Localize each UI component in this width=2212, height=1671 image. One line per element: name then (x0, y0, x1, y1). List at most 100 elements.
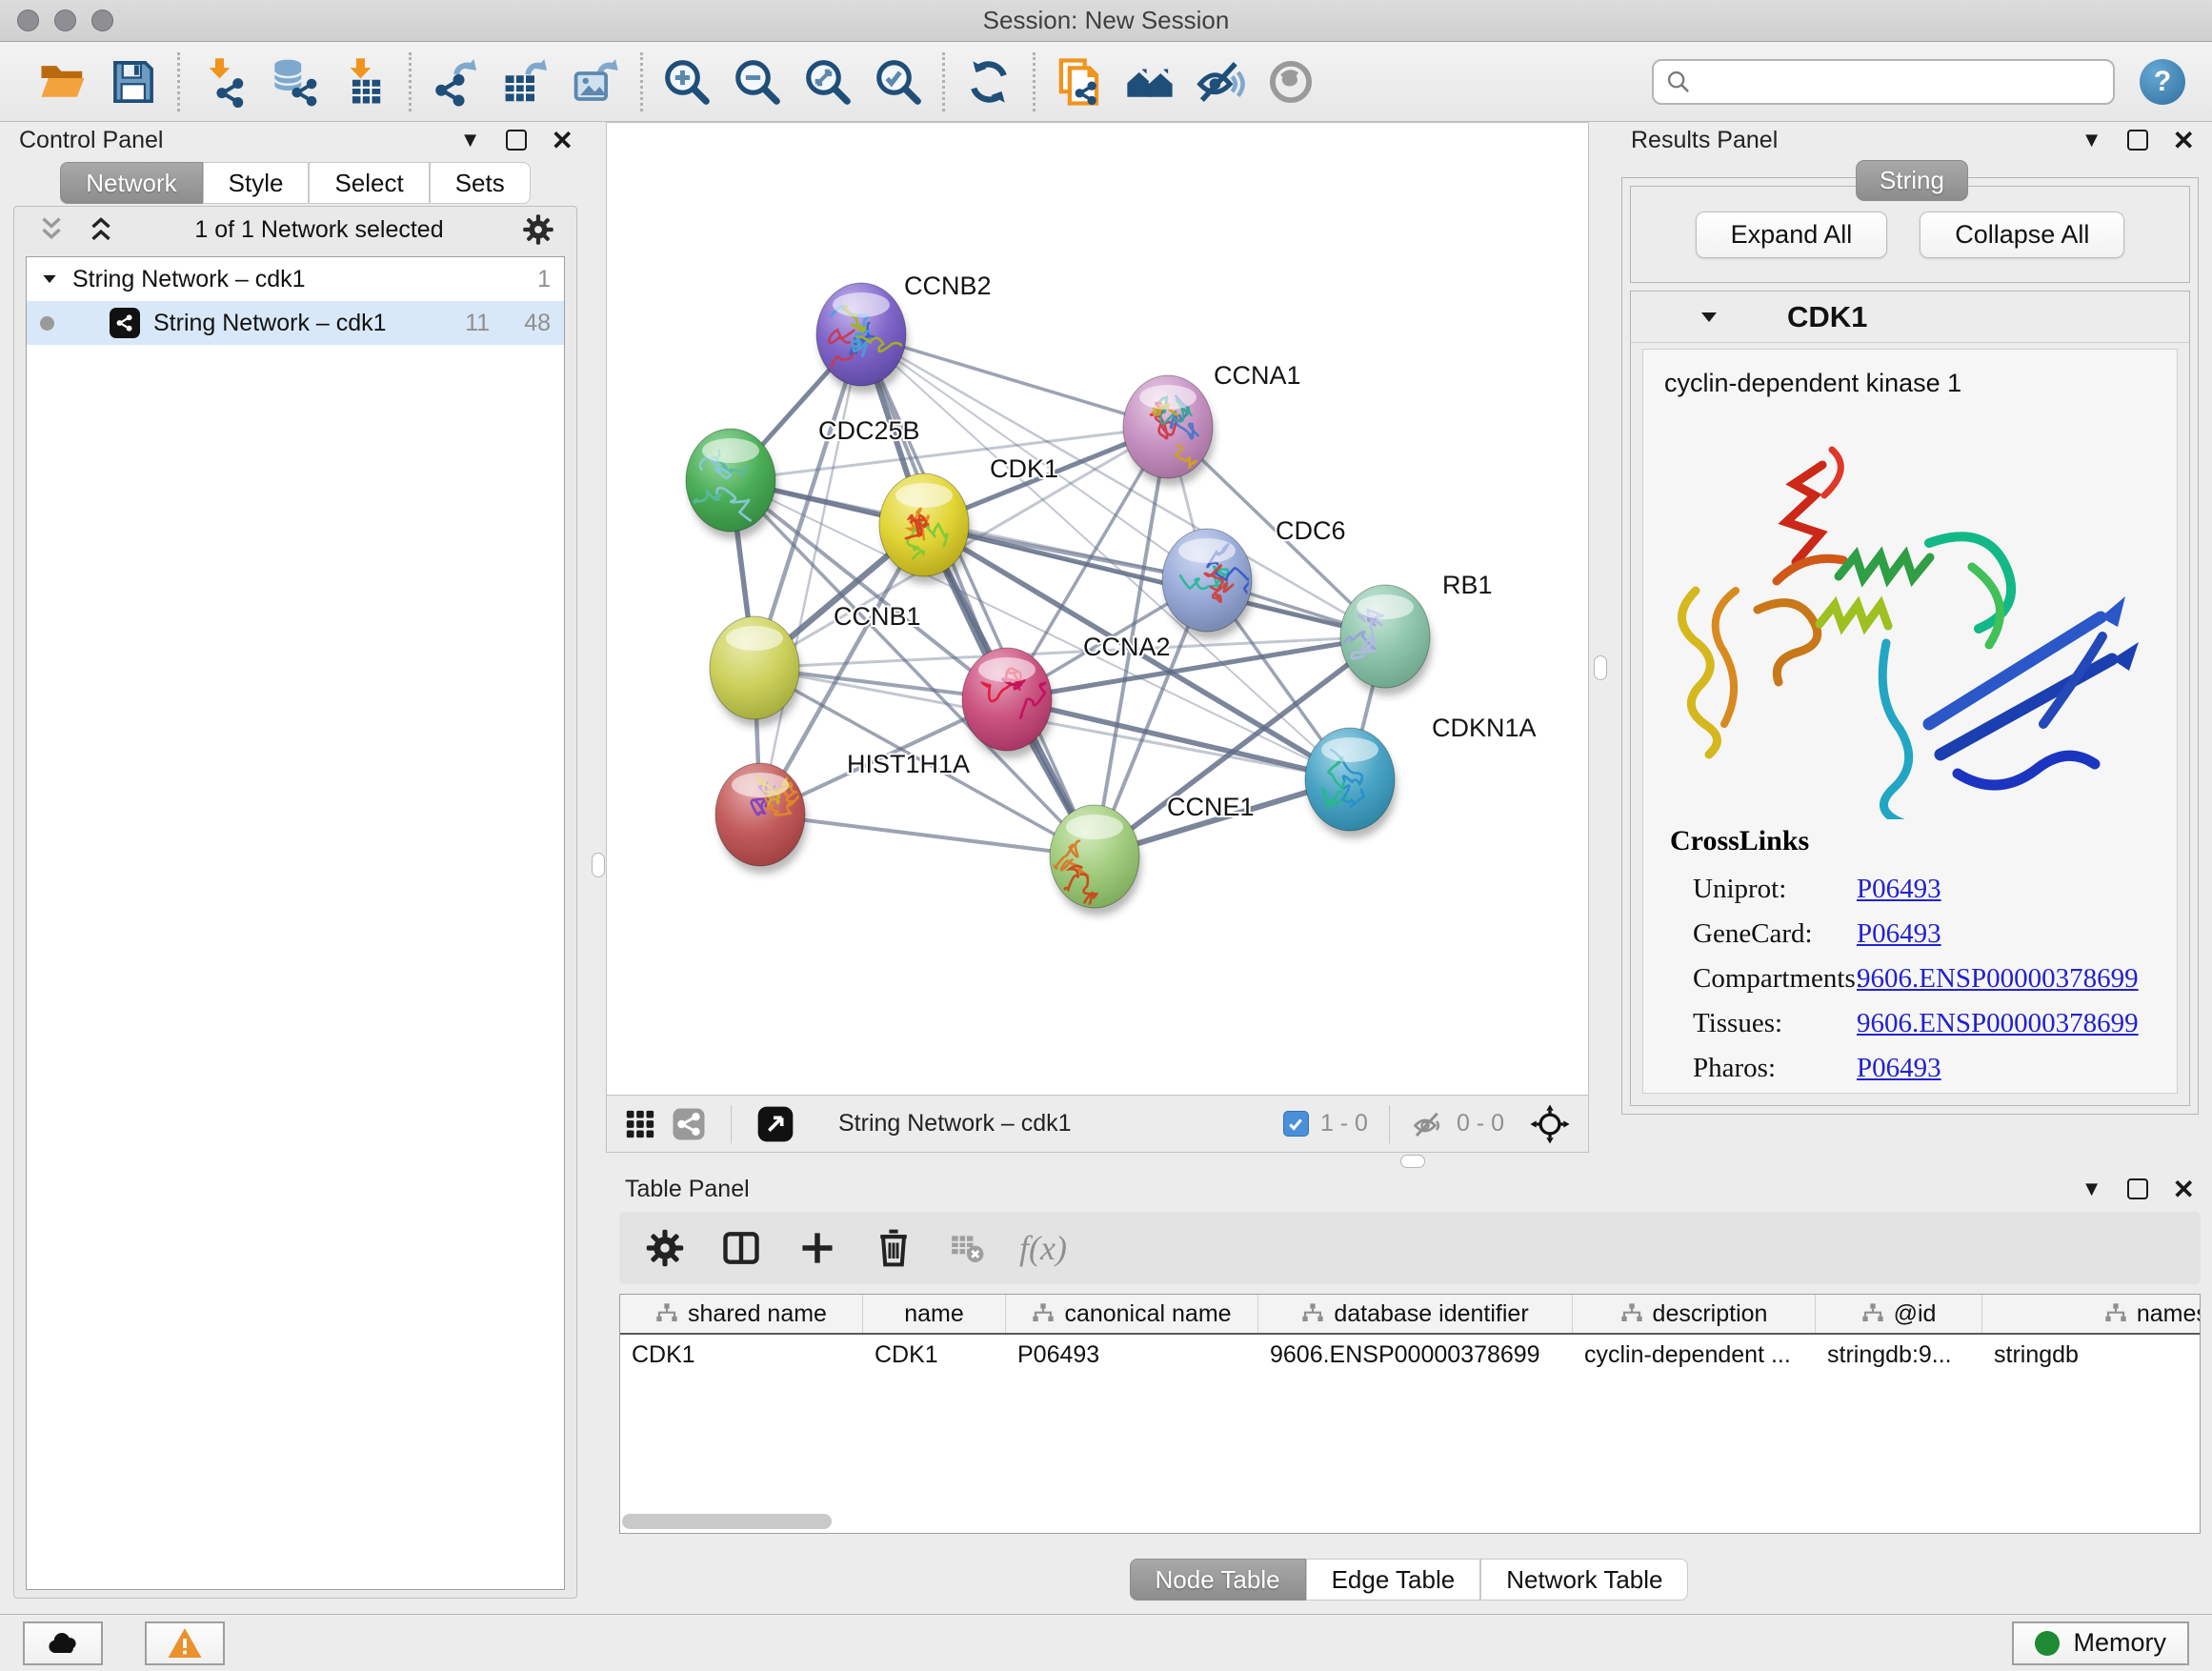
export-table-button[interactable] (497, 53, 554, 111)
table-options-gear-icon[interactable] (644, 1227, 686, 1269)
table-cell[interactable]: stringdb (1982, 1335, 2201, 1375)
string-document-button[interactable] (1051, 53, 1108, 111)
window-controls[interactable] (17, 10, 113, 31)
table-cell[interactable]: CDK1 (863, 1335, 1006, 1375)
network-node-CDKN1A[interactable]: CDKN1A (1305, 714, 1537, 838)
table-row[interactable]: CDK1CDK1P064939606.ENSP00000378699cyclin… (620, 1335, 2200, 1375)
warning-status-button[interactable] (145, 1621, 225, 1665)
export-image-button[interactable] (568, 53, 625, 111)
table-cell[interactable]: stringdb:9... (1816, 1335, 1982, 1375)
panel-menu-icon[interactable]: ▼ (2081, 1177, 2102, 1201)
tab-style[interactable]: Style (203, 162, 310, 204)
gear-icon[interactable] (521, 212, 555, 247)
network-overview-icon[interactable] (672, 1107, 706, 1141)
crosslink-link[interactable]: 9606.ENSP00000378699 (1857, 1008, 2139, 1039)
open-session-button[interactable] (34, 53, 91, 111)
left-splitter[interactable] (591, 122, 606, 1614)
splitter-handle[interactable] (1594, 655, 1607, 680)
crosslink-link[interactable]: P06493 (1857, 918, 1941, 950)
close-panel-icon[interactable]: ✕ (2173, 1174, 2195, 1205)
splitter-handle[interactable] (592, 853, 605, 877)
tab-sets[interactable]: Sets (430, 162, 531, 204)
column-header-namespace[interactable]: namespace (1982, 1295, 2201, 1333)
maximize-window-button[interactable] (91, 10, 113, 31)
table-header-row[interactable]: shared namenamecanonical namedatabase id… (620, 1295, 2200, 1335)
export-network-button[interactable] (427, 53, 484, 111)
network-node-RB1[interactable]: RB1 (1332, 571, 1493, 695)
collapse-triangle-icon[interactable] (40, 270, 59, 289)
collapse-triangle-icon[interactable] (1698, 306, 1720, 329)
crosslink-link[interactable]: P06493 (1857, 874, 1941, 905)
eye-button[interactable] (1262, 53, 1319, 111)
hide-unhide-button[interactable] (1192, 53, 1249, 111)
search-input[interactable] (1652, 59, 2115, 105)
float-panel-icon[interactable] (506, 130, 527, 151)
import-network-from-database-button[interactable] (266, 53, 323, 111)
grid-view-icon[interactable] (624, 1108, 656, 1140)
panel-menu-icon[interactable]: ▼ (460, 128, 481, 152)
memory-button[interactable]: Memory (2012, 1621, 2189, 1665)
expand-all-button[interactable]: Expand All (1696, 211, 1888, 258)
close-panel-icon[interactable]: ✕ (2173, 125, 2195, 156)
show-columns-icon[interactable] (720, 1227, 762, 1269)
column-header-name[interactable]: name (863, 1295, 1006, 1333)
zoom-fit-button[interactable] (799, 53, 856, 111)
network-row-selected[interactable]: String Network – cdk1 11 48 (27, 301, 564, 345)
tab-network[interactable]: Network (60, 162, 202, 204)
column-header--id[interactable]: @id (1816, 1295, 1982, 1333)
close-panel-icon[interactable]: ✕ (552, 125, 573, 156)
zoom-selected-button[interactable] (870, 53, 927, 111)
import-table-from-file-button[interactable] (336, 53, 393, 111)
zoom-out-button[interactable] (729, 53, 786, 111)
gene-section-header[interactable]: CDK1 (1631, 292, 2189, 343)
tab-edge-table[interactable]: Edge Table (1306, 1559, 1481, 1601)
table-cell[interactable]: 9606.ENSP00000378699 (1258, 1335, 1573, 1375)
cloud-status-button[interactable] (23, 1621, 103, 1665)
tab-node-table[interactable]: Node Table (1130, 1559, 1306, 1601)
column-header-canonical-name[interactable]: canonical name (1006, 1295, 1258, 1333)
column-header-description[interactable]: description (1573, 1295, 1816, 1333)
tab-string[interactable]: String (1856, 160, 1968, 201)
table-cell[interactable]: P06493 (1006, 1335, 1258, 1375)
panel-menu-icon[interactable]: ▼ (2081, 128, 2102, 152)
selected-checkbox[interactable] (1283, 1111, 1309, 1137)
splitter-handle[interactable] (1400, 1155, 1425, 1168)
column-header-database-identifier[interactable]: database identifier (1258, 1295, 1573, 1333)
crosslink-link[interactable]: P06493 (1857, 1053, 1941, 1084)
search-field[interactable] (1699, 69, 2101, 95)
column-header-shared-name[interactable]: shared name (620, 1295, 863, 1333)
collapse-all-chevron-icon[interactable] (35, 213, 68, 246)
import-network-from-file-button[interactable] (195, 53, 252, 111)
node-table[interactable]: shared namenamecanonical namedatabase id… (619, 1294, 2201, 1534)
network-view[interactable]: CCNB2CCNA1CDC25BCDK1CDC6RB1CCNB1CCNA2CDK… (606, 122, 1589, 1153)
network-canvas[interactable]: CCNB2CCNA1CDC25BCDK1CDC6RB1CCNB1CCNA2CDK… (607, 123, 1588, 1095)
collapse-all-button[interactable]: Collapse All (1920, 211, 2124, 258)
float-panel-icon[interactable] (2127, 1178, 2148, 1199)
network-node-CCNB2[interactable]: CCNB2 (816, 272, 992, 393)
crosslink-link[interactable]: 9606.ENSP00000378699 (1857, 963, 2139, 995)
save-session-button[interactable] (105, 53, 162, 111)
table-cell[interactable]: cyclin-dependent ... (1573, 1335, 1816, 1375)
table-cell[interactable]: CDK1 (620, 1335, 863, 1375)
first-neighbors-button[interactable] (1121, 53, 1178, 111)
zoom-selected-icon (873, 56, 924, 108)
horizontal-scrollbar-thumb[interactable] (622, 1514, 832, 1529)
add-column-plus-icon[interactable] (796, 1227, 838, 1269)
pan-crosshair-icon[interactable] (1529, 1103, 1571, 1145)
zoom-in-button[interactable] (658, 53, 715, 111)
network-node-HIST1H1A[interactable]: HIST1H1A (715, 750, 970, 874)
detach-view-icon[interactable] (756, 1105, 794, 1143)
tab-network-table[interactable]: Network Table (1480, 1559, 1688, 1601)
tab-select[interactable]: Select (309, 162, 429, 204)
horizontal-splitter[interactable] (606, 1153, 2212, 1170)
delete-trash-icon[interactable] (873, 1227, 915, 1269)
float-panel-icon[interactable] (2127, 130, 2148, 151)
close-window-button[interactable] (17, 10, 39, 31)
network-collection-row[interactable]: String Network – cdk1 1 (27, 257, 564, 301)
minimize-window-button[interactable] (54, 10, 76, 31)
zoom-fit-icon (802, 56, 854, 108)
help-button[interactable]: ? (2140, 59, 2185, 105)
right-splitter[interactable] (1589, 122, 1612, 1153)
expand-all-chevron-icon[interactable] (85, 213, 117, 246)
refresh-button[interactable] (960, 53, 1017, 111)
